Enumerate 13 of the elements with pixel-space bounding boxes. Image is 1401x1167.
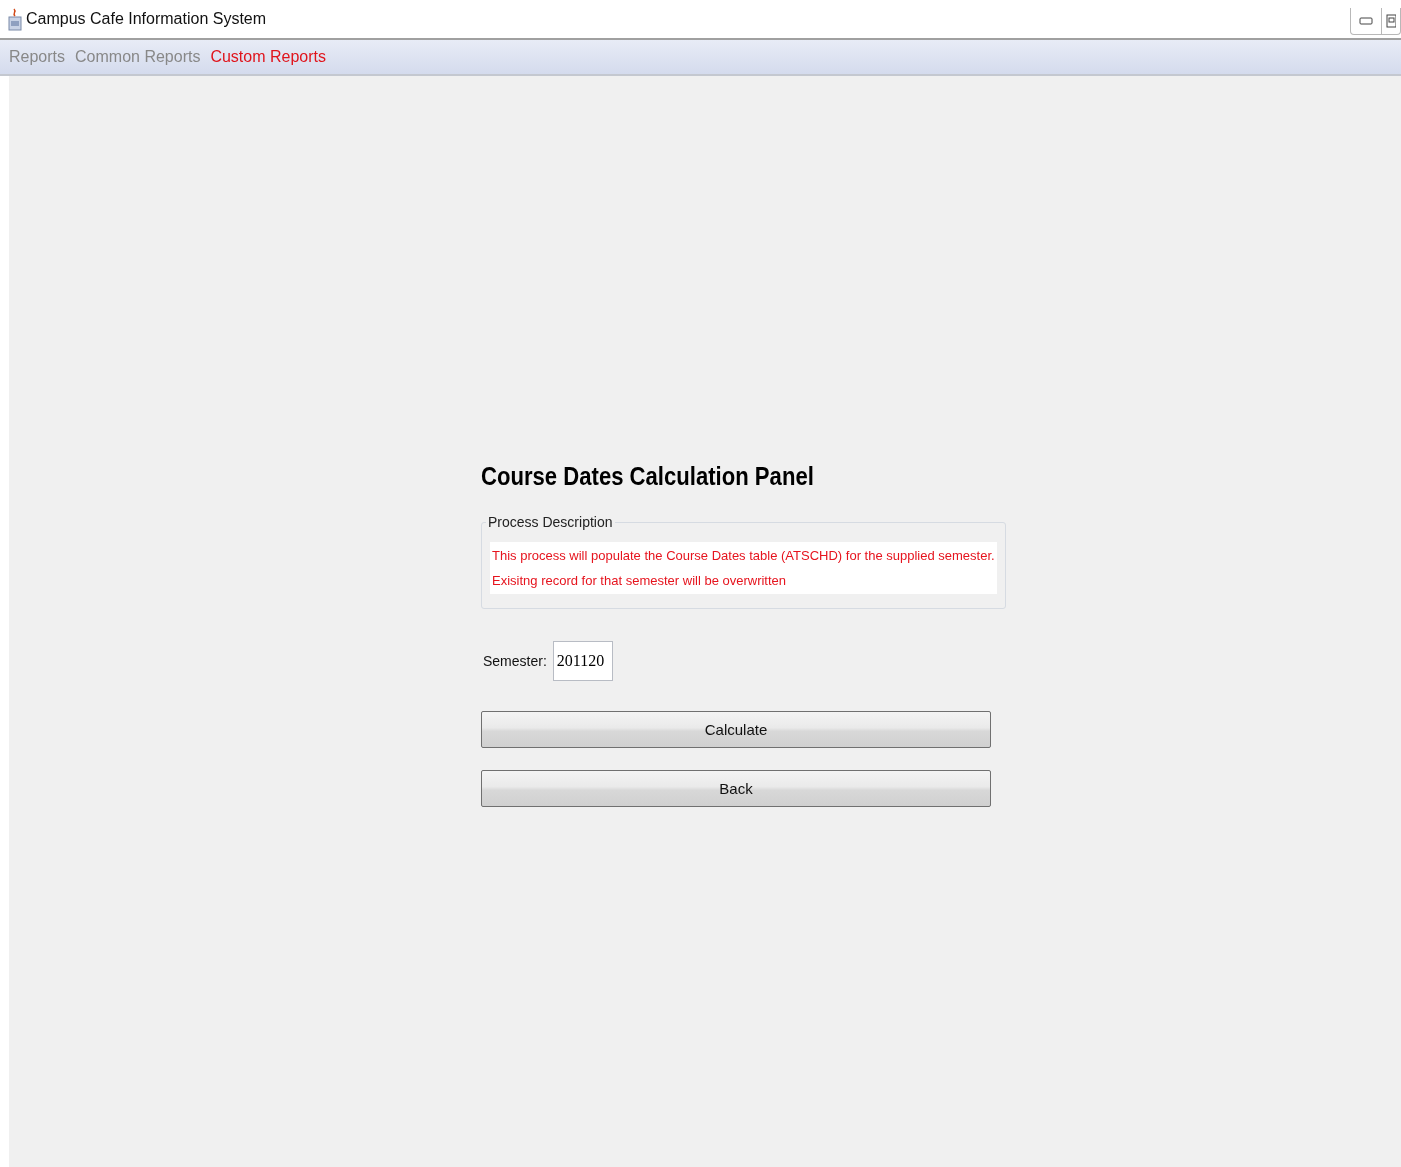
app-icon: [8, 7, 22, 31]
semester-field[interactable]: 201120: [552, 641, 613, 681]
action-button[interactable]: Calculate: [481, 711, 991, 748]
description-text: This process will populate the Course Dates table (ATSCHD) for the supplied semester.: [492, 548, 995, 563]
action-button[interactable]: Back: [481, 770, 991, 807]
group-title: Process Description: [487, 514, 614, 530]
window-title: Campus Cafe Information System: [26, 10, 267, 28]
maximize-icon: [1386, 14, 1396, 28]
menu-item[interactable]: Custom Reports: [210, 48, 326, 66]
description-text: Exisitng record for that semester will be overwritten: [492, 573, 788, 588]
panel-title: Course Dates Calculation Panel: [481, 461, 815, 492]
minimize-icon: [1359, 17, 1373, 25]
semester-label: Semester:: [483, 653, 547, 669]
